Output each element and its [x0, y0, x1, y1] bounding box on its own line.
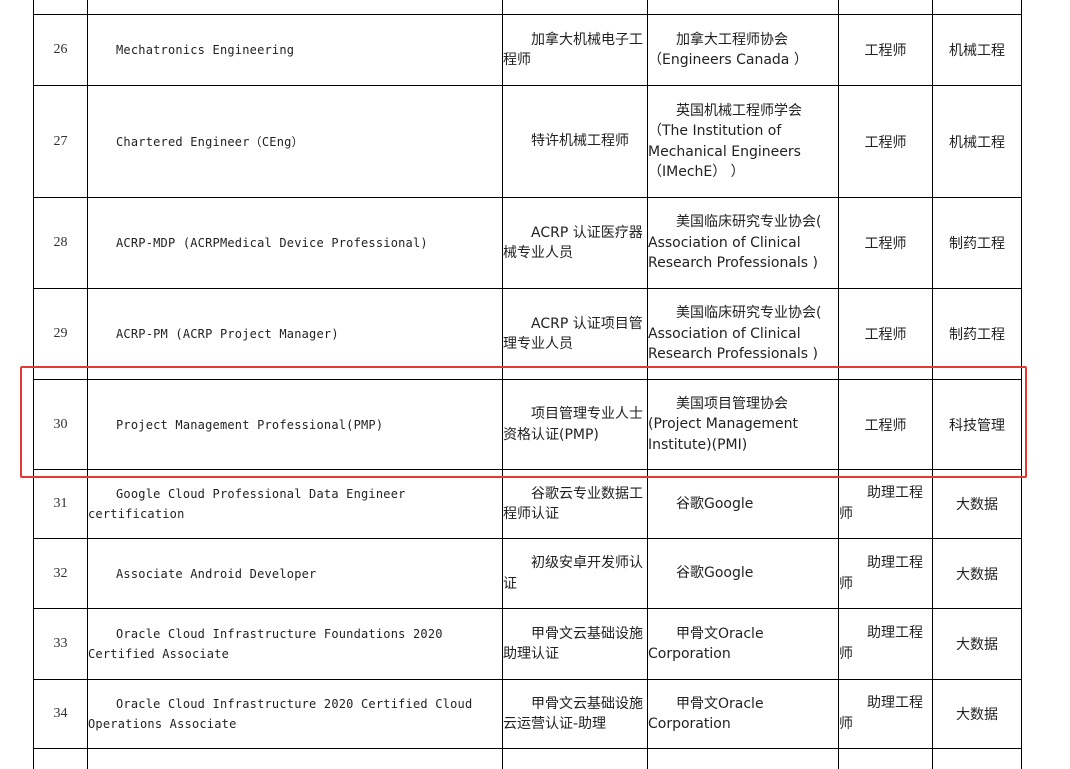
certification-table: 26 Mechatronics Engineering 加拿大机械电子工程师 加… — [33, 0, 1022, 769]
table-row-highlighted: 30 Project Management Professional(PMP) … — [33, 380, 1022, 470]
row-number: 29 — [33, 289, 87, 379]
cert-name: Oracle Cloud Infrastructure 2020 Certifi… — [87, 680, 502, 748]
cert-field: 大数据 — [932, 470, 1022, 538]
row-number: 28 — [33, 198, 87, 288]
cert-chinese-name: 项目管理专业人士资格认证(PMP) — [502, 380, 647, 469]
table-row: 26 Mechatronics Engineering 加拿大机械电子工程师 加… — [33, 15, 1022, 86]
row-number: 26 — [33, 15, 87, 85]
row-number: 31 — [33, 470, 87, 538]
table-row: 28 ACRP-MDP (ACRPMedical Device Professi… — [33, 198, 1022, 289]
row-number: 30 — [33, 380, 87, 469]
cert-level: 工程师 — [838, 15, 932, 85]
table-row: 33 Oracle Cloud Infrastructure Foundatio… — [33, 609, 1022, 680]
issuing-organization: 加拿大工程师协会（Engineers Canada ） — [647, 15, 838, 85]
cert-name: Mechatronics Engineering — [87, 15, 502, 85]
table-row: 27 Chartered Engineer（CEng） 特许机械工程师 英国机械… — [33, 86, 1022, 198]
cert-name: Project Management Professional(PMP) — [87, 380, 502, 469]
table-row: 34 Oracle Cloud Infrastructure 2020 Cert… — [33, 680, 1022, 749]
cert-field: 制药工程 — [932, 198, 1022, 288]
cert-field: 科技管理 — [932, 380, 1022, 469]
issuing-organization: 甲骨文Oracle Corporation — [647, 609, 838, 679]
cert-level: 工程师 — [838, 86, 932, 197]
row-number: 32 — [33, 539, 87, 608]
cert-chinese-name: 初级安卓开发师认证 — [502, 539, 647, 608]
cert-chinese-name: 甲骨文云基础设施助理认证 — [502, 609, 647, 679]
cert-field: 制药工程 — [932, 289, 1022, 379]
table-row: 32 Associate Android Developer 初级安卓开发师认证… — [33, 539, 1022, 609]
issuing-organization: 美国项目管理协会(Project Management Institute)(P… — [647, 380, 838, 469]
issuing-organization: 甲骨文Oracle Corporation — [647, 680, 838, 748]
cert-chinese-name: 谷歌云专业数据工程师认证 — [502, 470, 647, 538]
row-number: 34 — [33, 680, 87, 748]
cert-field: 大数据 — [932, 680, 1022, 748]
cert-chinese-name: 加拿大机械电子工程师 — [502, 15, 647, 85]
cert-chinese-name: 特许机械工程师 — [502, 86, 647, 197]
cert-chinese-name: 甲骨文云基础设施云运营认证-助理 — [502, 680, 647, 748]
cert-chinese-name: ACRP 认证医疗器械专业人员 — [502, 198, 647, 288]
cert-name: Associate Android Developer — [87, 539, 502, 608]
cert-field: 大数据 — [932, 609, 1022, 679]
issuing-organization: 美国临床研究专业协会( Association of Clinical Rese… — [647, 198, 838, 288]
cert-name: Oracle Cloud Infrastructure Foundations … — [87, 609, 502, 679]
table-row-partial — [33, 749, 1022, 769]
cert-field: 机械工程 — [932, 86, 1022, 197]
cert-level: 助理工程师 — [838, 609, 932, 679]
cert-name: ACRP-PM (ACRP Project Manager) — [87, 289, 502, 379]
issuing-organization: 谷歌Google — [647, 470, 838, 538]
row-number: 27 — [33, 86, 87, 197]
cert-level: 工程师 — [838, 198, 932, 288]
cert-chinese-name: ACRP 认证项目管理专业人员 — [502, 289, 647, 379]
cert-field: 机械工程 — [932, 15, 1022, 85]
cert-name: Chartered Engineer（CEng） — [87, 86, 502, 197]
issuing-organization: 英国机械工程师学会（The Institution of Mechanical … — [647, 86, 838, 197]
cert-level: 工程师 — [838, 380, 932, 469]
table-row: 31 Google Cloud Professional Data Engine… — [33, 470, 1022, 539]
cert-level: 助理工程师 — [838, 470, 932, 538]
row-number: 33 — [33, 609, 87, 679]
cert-name: ACRP-MDP (ACRPMedical Device Professiona… — [87, 198, 502, 288]
cert-name: Google Cloud Professional Data Engineer … — [87, 470, 502, 538]
cert-level: 助理工程师 — [838, 680, 932, 748]
cert-level: 工程师 — [838, 289, 932, 379]
table-row-top — [33, 0, 1022, 15]
cert-field: 大数据 — [932, 539, 1022, 608]
table-row: 29 ACRP-PM (ACRP Project Manager) ACRP 认… — [33, 289, 1022, 380]
issuing-organization: 谷歌Google — [647, 539, 838, 608]
issuing-organization: 美国临床研究专业协会( Association of Clinical Rese… — [647, 289, 838, 379]
cert-level: 助理工程师 — [838, 539, 932, 608]
